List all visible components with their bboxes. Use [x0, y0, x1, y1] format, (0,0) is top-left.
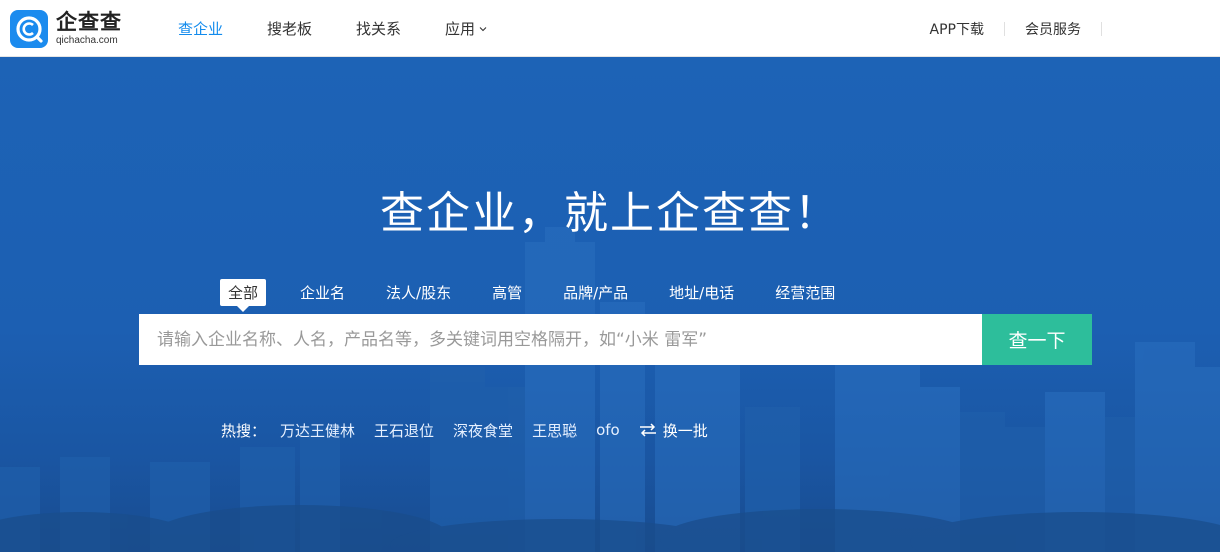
logo-domain: qichacha.com — [56, 35, 118, 46]
nav-search-boss[interactable]: 搜老板 — [267, 18, 312, 39]
user-area-placeholder — [1102, 19, 1220, 39]
tab-address-phone[interactable]: 地址/电话 — [669, 282, 734, 303]
refresh-hot-label: 换一批 — [662, 421, 708, 440]
header-right-links: APP下载 会员服务 — [910, 0, 1220, 57]
hot-searches: 热搜： 万达王健林 王石退位 深夜食堂 王思聪 ofo 换一批 — [221, 417, 708, 443]
site-logo[interactable]: 企查查 qichacha.com — [10, 10, 122, 48]
tab-brand-product[interactable]: 品牌/产品 — [563, 282, 628, 303]
hot-search-item[interactable]: ofo — [596, 421, 620, 439]
search-type-tabs: 全部 企业名 法人/股东 高管 品牌/产品 地址/电话 经营范围 — [220, 277, 876, 312]
tab-company-name[interactable]: 企业名 — [300, 282, 345, 303]
nav-label: 找关系 — [356, 20, 402, 38]
tab-all[interactable]: 全部 — [220, 278, 267, 312]
hot-search-item[interactable]: 王石退位 — [374, 420, 434, 441]
swap-arrows-icon — [639, 423, 656, 437]
tab-legal-person[interactable]: 法人/股东 — [386, 282, 451, 303]
hot-search-label: 热搜： — [221, 421, 267, 440]
nav-apps-dropdown[interactable]: 应用 — [445, 18, 487, 39]
refresh-hot-button[interactable]: 换一批 — [639, 420, 708, 441]
hero-banner: 查企业，就上企查查！ 全部 企业名 法人/股东 高管 品牌/产品 地址/电话 经… — [0, 57, 1220, 552]
chevron-down-icon — [479, 26, 487, 31]
app-download-link[interactable]: APP下载 — [910, 19, 1004, 39]
search-input[interactable] — [139, 314, 982, 365]
membership-link[interactable]: 会员服务 — [1005, 19, 1101, 39]
qichacha-logo-icon — [10, 10, 48, 48]
main-nav: 查企业 搜老板 找关系 应用 — [178, 0, 531, 57]
search-bar: 查一下 — [139, 314, 1092, 365]
hero-title: 查企业，就上企查查！ — [380, 188, 840, 239]
search-button[interactable]: 查一下 — [982, 314, 1092, 365]
nav-label: 查企业 — [178, 20, 224, 38]
nav-search-company[interactable]: 查企业 — [178, 18, 223, 39]
tab-business-scope[interactable]: 经营范围 — [775, 282, 835, 303]
tab-executives[interactable]: 高管 — [492, 282, 522, 303]
nav-label: 应用 — [445, 20, 476, 38]
hot-search-item[interactable]: 万达王健林 — [280, 420, 355, 441]
hot-search-item[interactable]: 深夜食堂 — [453, 420, 513, 441]
nav-label: 搜老板 — [267, 20, 313, 38]
hot-search-item[interactable]: 王思聪 — [532, 420, 577, 441]
logo-name: 企查查 — [56, 10, 122, 34]
nav-find-relation[interactable]: 找关系 — [356, 18, 401, 39]
top-header: 企查查 qichacha.com 查企业 搜老板 找关系 应用 APP下载 会员… — [0, 0, 1220, 57]
